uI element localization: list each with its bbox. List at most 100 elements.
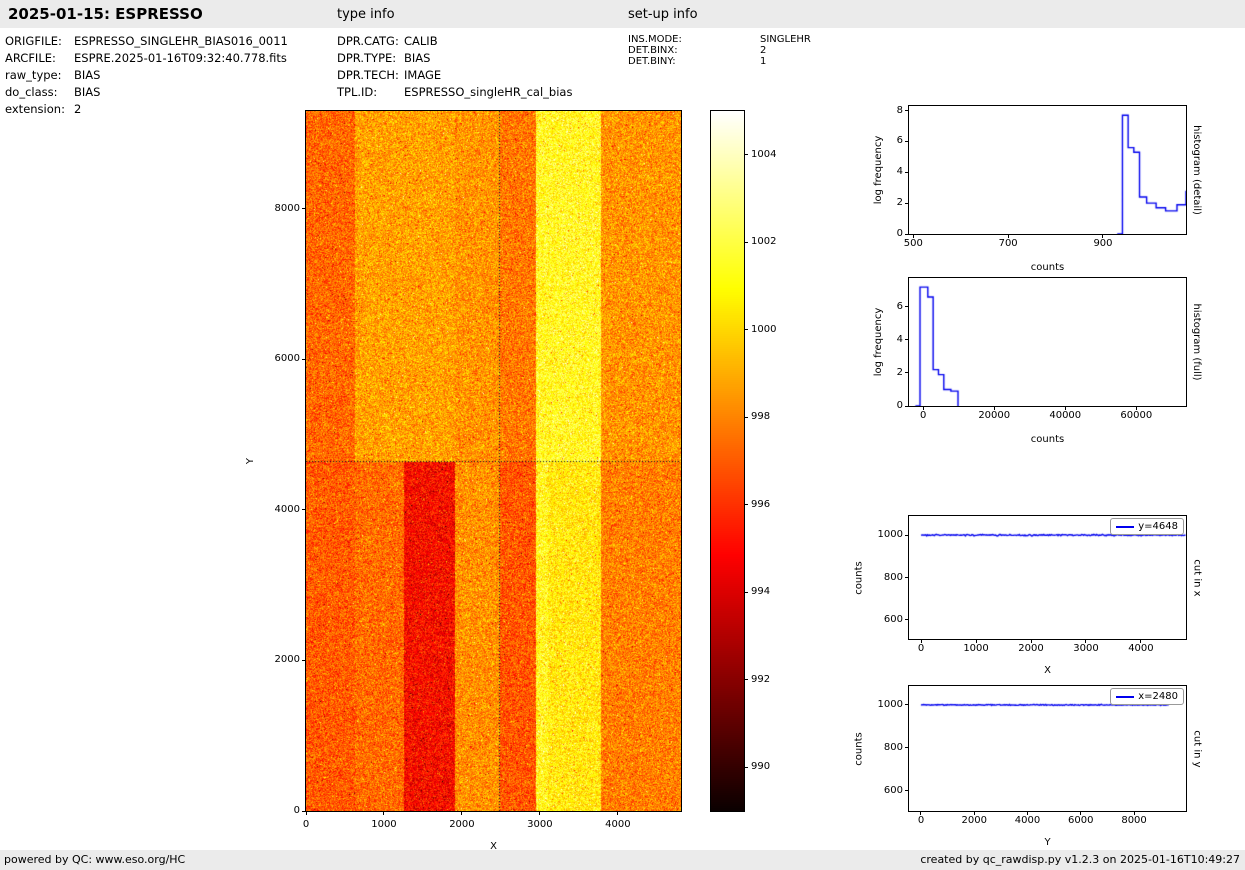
info-label: DET.BINY: [628,56,760,67]
histogram-detail-plot: 50070090002468countslog frequencyhistogr… [908,105,1187,235]
tick-mark [461,811,462,815]
tick-label: 1000 [751,324,791,336]
info-row: INS.MODE:SINGLEHR [628,34,811,45]
tick-label: 20000 [964,410,1024,422]
info-label: DPR.TECH: [337,67,404,84]
footer-qc-link[interactable]: powered by QC: www.eso.org/HC [4,853,185,866]
info-row: do_class:BIAS [5,84,288,101]
footer-bar: powered by QC: www.eso.org/HC created by… [0,850,1245,870]
tick-mark [744,767,748,768]
info-value: BIAS [404,51,430,65]
bias-image-plot: 0100020003000400002000400060008000XY [305,110,682,812]
tick-mark [744,417,748,418]
info-label: ORIGFILE: [5,33,74,50]
tick-label: 60000 [1106,410,1166,422]
tick-label: 800 [861,572,903,584]
x-axis-label: X [909,665,1186,677]
info-label: INS.MODE: [628,34,760,45]
tick-label: 1000 [861,699,903,711]
type-info-block: DPR.CATG:CALIBDPR.TYPE:BIASDPR.TECH:IMAG… [337,33,572,101]
tick-label: 0 [258,805,300,817]
tick-label: 996 [751,499,791,511]
info-label: do_class: [5,84,74,101]
info-row: ARCFILE:ESPRE.2025-01-16T09:32:40.778.fi… [5,50,288,67]
tick-mark [905,306,909,307]
legend-label: x=2480 [1138,690,1178,703]
tick-mark [744,329,748,330]
histogram-full-plot: 02000040000600000246countslog frequencyh… [908,277,1187,407]
histogram-detail-canvas [909,106,1186,234]
info-value: ESPRESSO_singleHR_cal_bias [404,85,572,99]
cut-in-y-plot: 020004000600080006008001000Ycountscut in… [908,685,1187,812]
header-bar: 2025-01-15: ESPRESSO type info set-up in… [0,0,1245,28]
tick-label: 992 [751,674,791,686]
tick-mark [905,372,909,373]
legend: y=4648 [1110,518,1184,535]
tick-label: 8000 [1104,815,1164,827]
tick-mark [905,406,909,407]
tick-mark [905,234,909,235]
tick-mark [617,811,618,815]
file-info-block: ORIGFILE:ESPRESSO_SINGLEHR_BIAS016_0011A… [5,33,288,118]
info-label: extension: [5,101,74,118]
tick-mark [905,790,909,791]
tick-mark [905,747,909,748]
footer-created-by: created by qc_rawdisp.py v1.2.3 on 2025-… [920,853,1240,866]
tick-label: 600 [861,614,903,626]
tick-mark [905,141,909,142]
tick-mark [905,535,909,536]
x-axis-label: counts [909,262,1186,274]
tick-label: 800 [861,742,903,754]
colorbar: 990992994996998100010021004 [710,110,745,812]
tick-mark [744,504,748,505]
info-value: IMAGE [404,68,441,82]
legend-line-swatch [1116,696,1134,698]
tick-mark [302,660,306,661]
type-info-heading: type info [337,7,395,22]
info-row: TPL.ID:ESPRESSO_singleHR_cal_bias [337,84,572,101]
info-value: 1 [760,56,766,67]
info-label: ARCFILE: [5,50,74,67]
setup-info-block: INS.MODE:SINGLEHRDET.BINX:2DET.BINY:1 [628,34,811,67]
tick-label: 2000 [432,819,492,831]
info-row: DPR.CATG:CALIB [337,33,572,50]
info-label: DPR.TYPE: [337,50,404,67]
tick-label: 3000 [510,819,570,831]
info-row: raw_type:BIAS [5,67,288,84]
page-title: 2025-01-15: ESPRESSO [8,5,203,23]
tick-mark [744,679,748,680]
tick-label: 994 [751,586,791,598]
info-value: BIAS [74,85,100,99]
legend-line-swatch [1116,526,1134,528]
legend: x=2480 [1110,688,1184,705]
tick-mark [905,339,909,340]
tick-label: 6000 [258,353,300,365]
tick-mark [302,509,306,510]
x-axis-label: Y [909,837,1186,849]
info-row: DPR.TYPE:BIAS [337,50,572,67]
tick-mark [905,704,909,705]
tick-label: 0 [891,815,951,827]
tick-label: 2000 [1001,643,1061,655]
info-label: DET.BINX: [628,45,760,56]
tick-label: 0 [891,643,951,655]
tick-mark [302,359,306,360]
tick-mark [744,592,748,593]
info-value: CALIB [404,34,438,48]
tick-label: 998 [751,411,791,423]
info-row: DET.BINY:1 [628,56,811,67]
tick-mark [744,154,748,155]
info-value: SINGLEHR [760,34,811,45]
tick-mark [744,242,748,243]
y-axis-label: counts [852,686,866,811]
tick-mark [383,811,384,815]
tick-label: 900 [1073,238,1133,250]
y-axis-label: counts [852,516,866,639]
tick-label: 1002 [751,236,791,248]
colorbar-canvas [711,111,744,811]
tick-label: 1000 [354,819,414,831]
info-value: ESPRESSO_SINGLEHR_BIAS016_0011 [74,34,288,48]
tick-label: 0 [276,819,336,831]
tick-mark [905,172,909,173]
side-label: histogram (full) [1189,278,1203,406]
